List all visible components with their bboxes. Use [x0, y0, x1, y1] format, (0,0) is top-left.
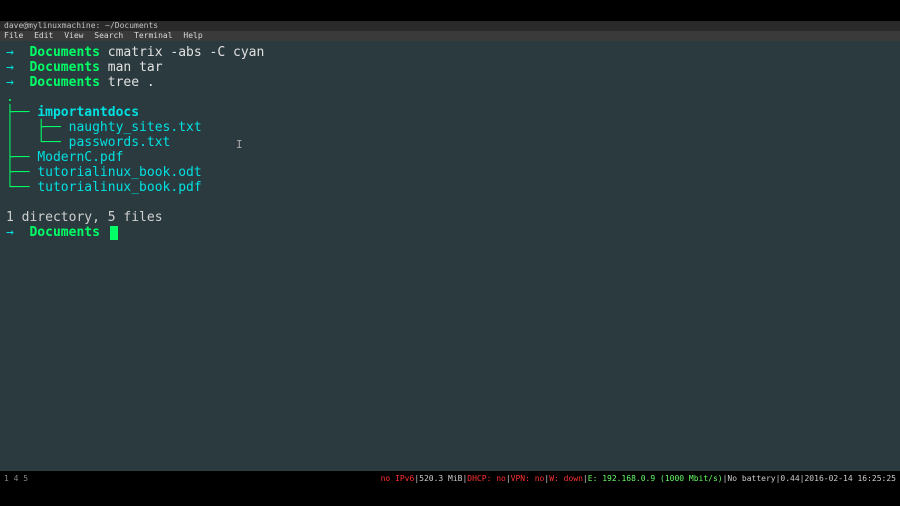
terminal-line: │ └── passwords.txt	[6, 135, 894, 150]
terminal-line: ├── ModernC.pdf	[6, 150, 894, 165]
command-text: man tar	[108, 60, 163, 75]
terminal-line: │ ├── naughty_sites.txt	[6, 120, 894, 135]
prompt-arrow-icon: →	[6, 60, 29, 75]
tree-branch-icon: .	[6, 90, 14, 105]
command-text: cmatrix -abs -C cyan	[108, 45, 265, 60]
window-title: dave@mylinuxmachine: ~/Documents	[4, 22, 158, 30]
terminal-line	[6, 195, 894, 210]
prompt-cwd: Documents	[29, 75, 99, 90]
menu-terminal[interactable]: Terminal	[134, 31, 173, 40]
terminal-line: → Documents tree .	[6, 75, 894, 90]
text-cursor-icon: I	[236, 137, 243, 152]
menu-search[interactable]: Search	[94, 31, 123, 40]
menu-file[interactable]: File	[4, 31, 23, 40]
tree-file: tutorialinux_book.odt	[37, 165, 201, 180]
command-text: tree .	[108, 75, 155, 90]
tree-branch-icon: │ └──	[6, 135, 69, 150]
tree-file: naughty_sites.txt	[69, 120, 202, 135]
tree-branch-icon: └──	[6, 180, 37, 195]
menu-help[interactable]: Help	[183, 31, 202, 40]
workspace-indicator[interactable]: 1 4 5	[4, 473, 28, 484]
terminal-line: 1 directory, 5 files	[6, 210, 894, 225]
status-segment: E: 192.168.0.9 (1000 Mbit/s)	[588, 473, 723, 484]
menu-bar: File Edit View Search Terminal Help	[0, 31, 900, 41]
prompt-cwd: Documents	[29, 225, 99, 240]
terminal-line: → Documents man tar	[6, 60, 894, 75]
terminal-line: └── tutorialinux_book.pdf	[6, 180, 894, 195]
menu-edit[interactable]: Edit	[34, 31, 53, 40]
status-bar: 1 4 5 no IPv6|520.3 MiB|DHCP: no|VPN: no…	[0, 471, 900, 486]
status-segment: DHCP: no	[467, 473, 506, 484]
terminal-line: ├── tutorialinux_book.odt	[6, 165, 894, 180]
prompt-arrow-icon: →	[6, 75, 29, 90]
status-right: no IPv6|520.3 MiB|DHCP: no|VPN: no|W: do…	[381, 473, 896, 484]
prompt-cwd: Documents	[29, 45, 99, 60]
prompt-arrow-icon: →	[6, 45, 29, 60]
tree-branch-icon: ├──	[6, 105, 37, 120]
tree-branch-icon: ├──	[6, 165, 37, 180]
terminal-line: → Documents cmatrix -abs -C cyan	[6, 45, 894, 60]
letterbox-top	[0, 0, 900, 21]
tree-directory: importantdocs	[37, 105, 139, 120]
prompt-cwd: Documents	[29, 60, 99, 75]
status-segment: |No battery|0.44|2016-02-14 16:25:25	[723, 473, 896, 484]
menu-view[interactable]: View	[64, 31, 83, 40]
tree-file: tutorialinux_book.pdf	[37, 180, 201, 195]
tree-branch-icon: │ ├──	[6, 120, 69, 135]
window-titlebar: dave@mylinuxmachine: ~/Documents	[0, 21, 900, 31]
tree-file: passwords.txt	[69, 135, 171, 150]
tree-summary: 1 directory, 5 files	[6, 210, 163, 225]
terminal-line: ├── importantdocs	[6, 105, 894, 120]
tree-branch-icon: ├──	[6, 150, 37, 165]
status-segment: VPN: no	[511, 473, 545, 484]
status-segment: no IPv6	[381, 473, 415, 484]
terminal-line: → Documents	[6, 225, 894, 240]
tree-file: ModernC.pdf	[37, 150, 123, 165]
terminal-line: .	[6, 90, 894, 105]
terminal-area[interactable]: I → Documents cmatrix -abs -C cyan→ Docu…	[0, 41, 900, 471]
status-segment: W: down	[549, 473, 583, 484]
status-segment: |520.3 MiB|	[414, 473, 467, 484]
letterbox-bottom	[0, 486, 900, 506]
block-cursor-icon	[110, 226, 118, 240]
prompt-arrow-icon: →	[6, 225, 29, 240]
